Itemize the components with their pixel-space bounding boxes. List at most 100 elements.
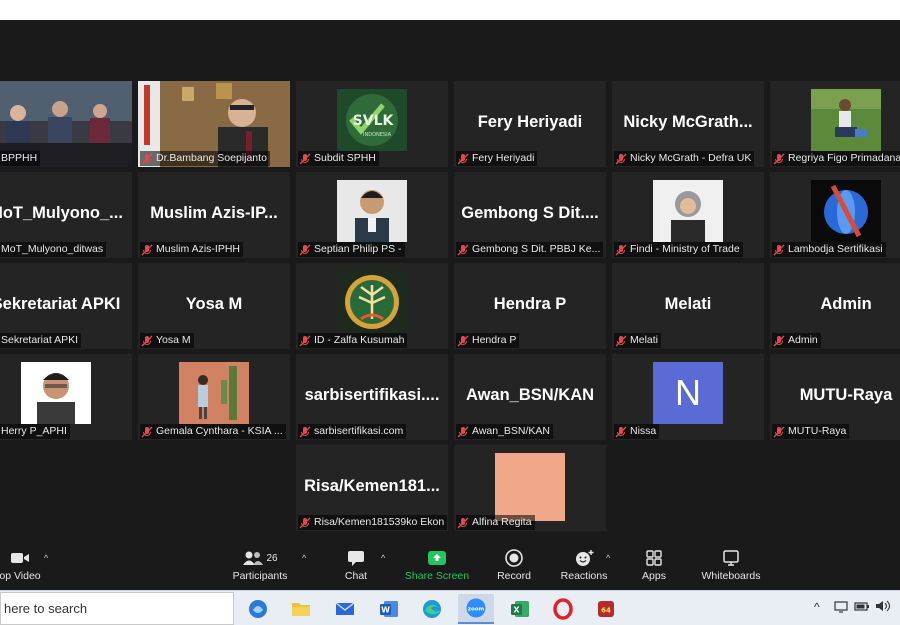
tray-expand-icon[interactable]: ^ [814,600,820,614]
participant-name-label: Nissa [614,424,660,439]
tray-battery-icon[interactable] [854,599,870,616]
participant-display-name: MUTU-Raya [799,386,893,404]
participant-tile[interactable]: Gembong S Dit.... Gembong S Dit. PBBJ Ke… [454,172,606,258]
participant-name-label: MUTU-Raya [772,424,850,439]
taskbar-app-mail[interactable] [327,594,363,624]
participant-name-label: Regriya Figo Primadana [772,151,900,166]
whiteboards-button[interactable]: Whiteboards [696,549,766,582]
participant-display-name: Risa/Kemen181... [304,477,440,495]
profile-photo [653,180,723,242]
zoom-icon: zoom [466,598,486,618]
record-icon [505,549,523,567]
initial-avatar: N [653,362,723,424]
edge-icon [423,600,441,618]
participant-tile[interactable]: Fery Heriyadi Fery Heriyadi [454,81,606,167]
taskbar-app-excel[interactable]: X [502,594,538,624]
participants-button[interactable]: 26 Participants [228,549,292,582]
participant-name-label: Gembong S Dit. PBBJ Ke... [456,242,604,257]
participant-tile[interactable]: Regriya Figo Primadana [770,81,900,167]
participant-tile[interactable]: Risa/Kemen181... Risa/Kemen181539ko Ekon [296,445,448,531]
mic-muted-icon [773,153,785,164]
participants-options-caret[interactable]: ^ [302,553,306,563]
participant-tile[interactable]: Muslim Azis-IP... Muslim Azis-IPHH [138,172,290,258]
participants-count: 26 [266,552,278,564]
mic-muted-icon [457,153,469,164]
participant-tile[interactable]: Septian Philip PS - [296,172,448,258]
participant-name-label: Lambodja Sertifikasi [772,242,886,257]
participant-name-label: Subdit SPHH [298,151,379,166]
profile-photo [811,89,881,151]
record-button[interactable]: Record [492,549,536,582]
svlk-logo-image: SVLK INDONESIA [337,89,407,151]
taskbar-app-edge[interactable] [414,594,450,624]
taskbar-app-opera[interactable] [545,594,581,624]
participant-name-label: ID - Zalfa Kusumah [298,333,408,348]
share-screen-icon [428,551,446,565]
participant-display-name: Sekretariat APKI [0,295,121,313]
meeting-toolbar: op Video ^ 26 Participants ^ Chat ^ Shar… [0,545,900,590]
windows-taskbar: here to search W zoom X 64 ^ [0,590,900,625]
word-icon: W [380,601,398,617]
profile-photo [495,453,565,521]
mic-muted-icon [773,426,785,437]
game-app-icon: 64 [598,601,614,617]
share-screen-button[interactable]: Share Screen [402,549,472,582]
whiteboard-icon [723,550,739,566]
apps-button[interactable]: Apps [636,549,672,582]
participant-tile[interactable]: Awan_BSN/KAN Awan_BSN/KAN [454,354,606,440]
mic-muted-icon [299,426,311,437]
participant-tile[interactable]: Dr.Bambang Soepijanto [138,81,290,167]
participant-tile[interactable]: Gemala Cynthara - KSIA ... [138,354,290,440]
taskbar-search-box[interactable]: here to search [0,592,234,625]
taskbar-app-chat[interactable] [240,594,276,624]
participant-tile[interactable]: SVLK INDONESIA Subdit SPHH [296,81,448,167]
svg-text:X: X [513,606,520,615]
participant-tile[interactable]: N Nissa [612,354,764,440]
tray-network-icon[interactable] [834,599,848,616]
participant-tile[interactable]: MUTU-Raya MUTU-Raya [770,354,900,440]
participant-name-label: MoT_Mulyono_ditwas [0,242,107,257]
folder-icon [292,603,310,616]
reactions-options-caret[interactable]: ^ [606,553,610,563]
participant-name-label: Risa/Kemen181539ko Ekon [298,515,448,530]
participant-tile[interactable]: Alfina Regita [454,445,606,531]
participant-name-label: Gemala Cynthara - KSIA ... [140,424,286,439]
participant-tile[interactable]: MoT_Mulyono_... MoT_Mulyono_ditwas [0,172,132,258]
taskbar-app-word[interactable]: W [371,594,407,624]
participant-name-label: sarbisertifikasi.com [298,424,407,439]
mic-muted-icon [299,335,311,346]
mic-muted-icon [457,517,469,528]
mic-muted-icon [615,426,627,437]
participant-tile[interactable]: Nicky McGrath... Nicky McGrath - Defra U… [612,81,764,167]
mic-muted-icon [141,244,153,255]
participant-tile[interactable]: BPPHH [0,81,132,167]
participant-display-name: Hendra P [493,295,567,313]
reactions-button[interactable]: Reactions [556,549,612,582]
participant-tile[interactable]: Sekretariat APKI Sekretariat APKI [0,263,132,349]
mic-muted-icon [457,426,469,437]
participant-tile[interactable]: sarbisertifikasi.... sarbisertifikasi.co… [296,354,448,440]
stop-video-button[interactable]: op Video [0,549,46,582]
participant-display-name: Admin [820,295,872,313]
participant-tile[interactable]: Hendra P Hendra P [454,263,606,349]
chat-options-caret[interactable]: ^ [381,553,385,563]
tray-volume-icon[interactable] [875,599,891,616]
participant-tile[interactable]: Herry P_APHI [0,354,132,440]
chat-icon [348,551,364,566]
window-top-strip [0,0,900,20]
participant-tile[interactable]: Admin Admin [770,263,900,349]
participant-tile[interactable]: ID - Zalfa Kusumah [296,263,448,349]
mic-muted-icon [299,517,311,528]
video-options-caret[interactable]: ^ [44,553,48,563]
participant-tile[interactable]: Findi - Ministry of Trade [612,172,764,258]
participant-tile[interactable]: Melati Melati [612,263,764,349]
participant-name-label: Awan_BSN/KAN [456,424,554,439]
chat-button[interactable]: Chat [336,549,376,582]
taskbar-app-zoom[interactable]: zoom [458,594,494,624]
participant-tile[interactable]: Yosa M Yosa M [138,263,290,349]
taskbar-app-game[interactable]: 64 [588,594,624,624]
participant-tile[interactable]: Lambodja Sertifikasi [770,172,900,258]
mic-muted-icon [457,244,469,255]
taskbar-app-explorer[interactable] [283,594,319,624]
mic-muted-icon [615,244,627,255]
